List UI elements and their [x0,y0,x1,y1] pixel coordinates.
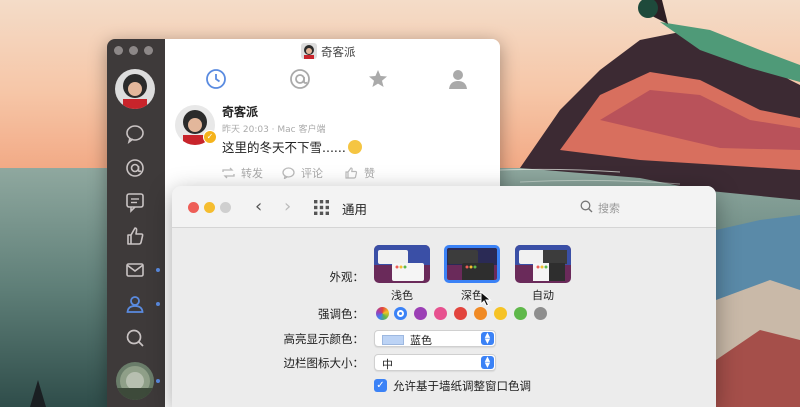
accent-green[interactable] [514,307,527,320]
minimize-button[interactable] [129,46,138,55]
unread-dot [156,268,160,272]
post-text: 这里的冬天不下雪...... [222,137,362,156]
contacts-icon[interactable] [124,293,146,315]
verified-badge-icon: ✓ [203,130,217,144]
minimize-button[interactable] [204,202,215,213]
select-arrows-icon: ▲ ▼ [481,332,494,345]
appearance-auto-option[interactable] [515,245,571,283]
mouse-cursor-icon [480,291,492,307]
accent-red[interactable] [454,307,467,320]
accent-orange[interactable] [474,307,487,320]
light-caption: 浅色 [391,289,413,302]
auto-caption: 自动 [532,289,554,302]
title-avatar [301,43,317,59]
favorites-tab-star-icon[interactable] [365,66,391,92]
like-icon[interactable] [124,225,146,247]
close-button[interactable] [114,46,123,55]
search-icon[interactable] [124,327,146,349]
profile-tab-person-icon[interactable] [445,66,471,92]
sidebar-icon-size-label: 边栏图标大小： [283,356,365,370]
post-author-name[interactable]: 奇客派 [222,103,258,120]
weibo-titlebar: 奇客派 [165,39,500,63]
search-field[interactable]: 搜索 [598,200,620,216]
mentions-tab-at-icon[interactable] [287,66,313,92]
select-arrows-icon: ▲ ▼ [481,356,494,369]
search-icon[interactable] [580,200,593,213]
general-preferences-window: ‹ › 通用 搜索 外观： 浅色 深色 自动 强调色： 高亮显示颜色： 蓝色 ▲… [172,186,716,407]
sidebar-icon-size-select[interactable]: 中 ▲ ▼ [374,354,496,371]
weibo-sidebar [107,39,165,407]
user-avatar[interactable] [115,69,155,109]
forward-chevron-icon[interactable]: › [284,196,291,217]
repost-icon [222,167,235,179]
wallpaper-tinting-checkbox[interactable]: ✓ [374,379,387,392]
comment-icon[interactable] [124,123,146,145]
accent-purple[interactable] [414,307,427,320]
highlight-swatch [382,335,404,345]
unread-dot [156,302,160,306]
accent-multicolor[interactable] [376,307,389,320]
accent-blue[interactable] [394,307,407,320]
comment-icon [282,167,295,179]
account-avatar[interactable] [116,362,154,400]
show-all-grid-icon[interactable] [314,200,329,215]
back-chevron-icon[interactable]: ‹ [255,196,262,217]
appearance-dark-option[interactable] [444,245,500,283]
appearance-label: 外观： [329,270,365,284]
accent-color-label: 强调色： [318,307,364,321]
close-button[interactable] [188,202,199,213]
wallpaper-tinting-label[interactable]: 允许基于墙纸调整窗口色调 [393,378,531,394]
mail-icon[interactable] [124,259,146,281]
unread-dot [156,379,160,383]
like-button[interactable]: 赞 [345,165,375,181]
prefs-toolbar: ‹ › 通用 搜索 [172,186,716,228]
timeline-tab-clock-icon[interactable] [203,66,229,92]
accent-graphite[interactable] [534,307,547,320]
accent-yellow[interactable] [494,307,507,320]
comment-button[interactable]: 评论 [282,165,323,181]
zoom-button[interactable] [220,202,231,213]
message-icon[interactable] [124,191,146,213]
mention-icon[interactable] [124,157,146,179]
accent-pink[interactable] [434,307,447,320]
doge-emoji-icon [347,140,362,154]
window-title: 奇客派 [321,45,356,59]
highlight-color-select[interactable]: 蓝色 ▲ ▼ [374,330,496,347]
prefs-title: 通用 [342,202,368,217]
zoom-button[interactable] [144,46,153,55]
repost-button[interactable]: 转发 [222,165,263,181]
highlight-color-label: 高亮显示颜色： [283,332,365,346]
thumbs-up-icon [345,167,358,179]
dark-caption: 深色 [461,289,483,302]
post-meta: 昨天 20:03 · Mac 客户端 [222,125,326,135]
appearance-light-option[interactable] [374,245,430,283]
